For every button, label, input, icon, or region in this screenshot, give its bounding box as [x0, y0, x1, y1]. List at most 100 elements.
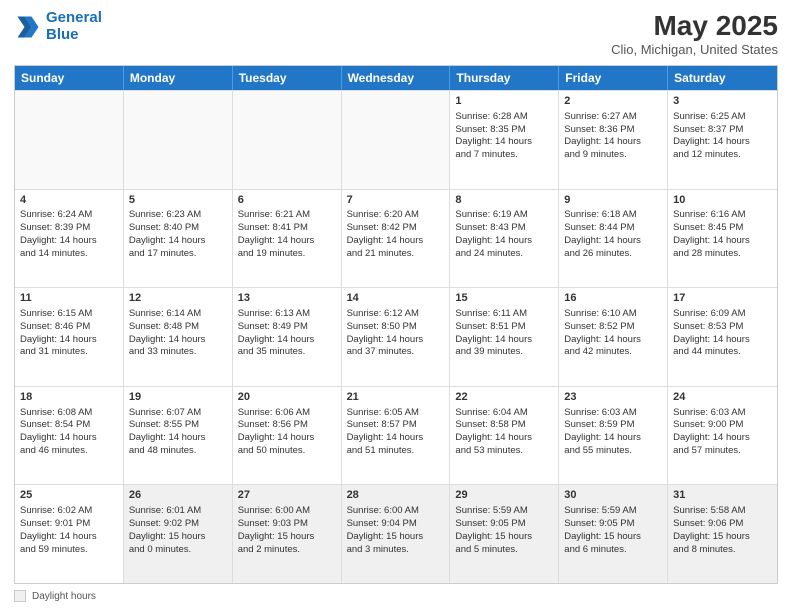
day-cell-31: 31Sunrise: 5:58 AM Sunset: 9:06 PM Dayli… [668, 485, 777, 583]
day-number: 5 [129, 193, 227, 208]
day-number: 20 [238, 390, 336, 405]
day-cell-20: 20 Sunrise: 6:06 AM Sunset: 8:56 PM Dayli… [233, 387, 342, 485]
day-info: Sunrise: 6:12 AM Sunset: 8:50 PM Dayligh… [347, 308, 445, 359]
day-info: Sunrise: 6:01 AM Sunset: 9:02 PM Dayligh… [129, 505, 227, 556]
empty-cell [15, 91, 124, 189]
logo-line1: General [46, 9, 102, 26]
day-info: Sunrise: 6:11 AM Sunset: 8:51 PM Dayligh… [455, 308, 553, 359]
day-cell-7: 7Sunrise: 6:20 AM Sunset: 8:42 PM Daylig… [342, 190, 451, 288]
calendar-row-2: 4Sunrise: 6:24 AM Sunset: 8:39 PM Daylig… [15, 189, 777, 288]
header-day-wednesday: Wednesday [342, 66, 451, 90]
calendar-row-4: 18Sunrise: 6:08 AM Sunset: 8:54 PM Dayli… [15, 386, 777, 485]
day-number: 25 [20, 488, 118, 503]
day-number: 23 [564, 390, 662, 405]
logo-text: General Blue [46, 10, 102, 43]
day-number: 18 [20, 390, 118, 405]
header-day-sunday: Sunday [15, 66, 124, 90]
day-number: 13 [238, 291, 336, 306]
day-info: Sunrise: 6:04 AM Sunset: 8:58 PM Dayligh… [455, 407, 553, 458]
day-number: 3 [673, 94, 772, 109]
day-info: Sunrise: 6:09 AM Sunset: 8:53 PM Dayligh… [673, 308, 772, 359]
day-number: 27 [238, 488, 336, 503]
day-number: 29 [455, 488, 553, 503]
day-cell-24: 24 Sunrise: 6:03 AM Sunset: 9:00 PM Dayli… [668, 387, 777, 485]
day-cell-8: 8Sunrise: 6:19 AM Sunset: 8:43 PM Daylig… [450, 190, 559, 288]
day-cell-23: 23 Sunrise: 6:03 AM Sunset: 8:59 PM Dayli… [559, 387, 668, 485]
day-cell-22: 22Sunrise: 6:04 AM Sunset: 8:58 PM Dayli… [450, 387, 559, 485]
day-cell-9: 9Sunrise: 6:18 AM Sunset: 8:44 PM Daylig… [559, 190, 668, 288]
day-info: Sunrise: 5:59 AM Sunset: 9:05 PM Dayligh… [455, 505, 553, 556]
subtitle: Clio, Michigan, United States [611, 42, 778, 57]
day-info: Sunrise: 6:06 AM Sunset: 8:56 PM Dayligh… [238, 407, 336, 458]
footer-label: Daylight hours [32, 591, 96, 602]
day-cell-26: 26 Sunrise: 6:01 AM Sunset: 9:02 PM Dayli… [124, 485, 233, 583]
footer: Daylight hours [14, 590, 778, 602]
day-info: Sunrise: 6:14 AM Sunset: 8:48 PM Dayligh… [129, 308, 227, 359]
day-info: Sunrise: 6:00 AM Sunset: 9:04 PM Dayligh… [347, 505, 445, 556]
header-day-friday: Friday [559, 66, 668, 90]
day-cell-11: 11Sunrise: 6:15 AM Sunset: 8:46 PM Dayli… [15, 288, 124, 386]
day-number: 6 [238, 193, 336, 208]
logo-icon [14, 13, 42, 41]
day-number: 30 [564, 488, 662, 503]
logo: General Blue [14, 10, 102, 43]
day-info: Sunrise: 6:24 AM Sunset: 8:39 PM Dayligh… [20, 209, 118, 260]
title-block: May 2025 Clio, Michigan, United States [611, 10, 778, 57]
calendar-body: 1Sunrise: 6:28 AM Sunset: 8:35 PM Daylig… [15, 90, 777, 583]
header-day-saturday: Saturday [668, 66, 777, 90]
day-cell-10: 10Sunrise: 6:16 AM Sunset: 8:45 PM Dayli… [668, 190, 777, 288]
header-day-monday: Monday [124, 66, 233, 90]
day-cell-30: 30 Sunrise: 5:59 AM Sunset: 9:05 PM Dayli… [559, 485, 668, 583]
day-info: Sunrise: 6:10 AM Sunset: 8:52 PM Dayligh… [564, 308, 662, 359]
day-cell-2: 2 Sunrise: 6:27 AM Sunset: 8:36 PM Daylig… [559, 91, 668, 189]
day-cell-15: 15 Sunrise: 6:11 AM Sunset: 8:51 PM Dayli… [450, 288, 559, 386]
day-number: 15 [455, 291, 553, 306]
calendar-row-5: 25Sunrise: 6:02 AM Sunset: 9:01 PM Dayli… [15, 484, 777, 583]
day-number: 1 [455, 94, 553, 109]
day-number: 19 [129, 390, 227, 405]
day-info: Sunrise: 6:05 AM Sunset: 8:57 PM Dayligh… [347, 407, 445, 458]
day-info: Sunrise: 6:03 AM Sunset: 9:00 PM Dayligh… [673, 407, 772, 458]
day-info: Sunrise: 6:25 AM Sunset: 8:37 PM Dayligh… [673, 111, 772, 162]
day-number: 16 [564, 291, 662, 306]
shaded-indicator [14, 590, 26, 602]
day-cell-18: 18Sunrise: 6:08 AM Sunset: 8:54 PM Dayli… [15, 387, 124, 485]
day-info: Sunrise: 5:59 AM Sunset: 9:05 PM Dayligh… [564, 505, 662, 556]
day-number: 26 [129, 488, 227, 503]
day-cell-6: 6Sunrise: 6:21 AM Sunset: 8:41 PM Daylig… [233, 190, 342, 288]
day-cell-28: 28 Sunrise: 6:00 AM Sunset: 9:04 PM Dayli… [342, 485, 451, 583]
day-info: Sunrise: 6:00 AM Sunset: 9:03 PM Dayligh… [238, 505, 336, 556]
day-info: Sunrise: 6:13 AM Sunset: 8:49 PM Dayligh… [238, 308, 336, 359]
header-day-thursday: Thursday [450, 66, 559, 90]
page: General Blue May 2025 Clio, Michigan, Un… [0, 0, 792, 612]
day-number: 14 [347, 291, 445, 306]
day-info: Sunrise: 5:58 AM Sunset: 9:06 PM Dayligh… [673, 505, 772, 556]
day-info: Sunrise: 6:03 AM Sunset: 8:59 PM Dayligh… [564, 407, 662, 458]
day-info: Sunrise: 6:27 AM Sunset: 8:36 PM Dayligh… [564, 111, 662, 162]
empty-cell [233, 91, 342, 189]
day-info: Sunrise: 6:21 AM Sunset: 8:41 PM Dayligh… [238, 209, 336, 260]
empty-cell [342, 91, 451, 189]
day-cell-16: 16 Sunrise: 6:10 AM Sunset: 8:52 PM Dayli… [559, 288, 668, 386]
calendar: SundayMondayTuesdayWednesdayThursdayFrid… [14, 65, 778, 584]
day-cell-3: 3 Sunrise: 6:25 AM Sunset: 8:37 PM Daylig… [668, 91, 777, 189]
logo-line2: Blue [46, 26, 79, 43]
calendar-header: SundayMondayTuesdayWednesdayThursdayFrid… [15, 66, 777, 90]
day-cell-14: 14 Sunrise: 6:12 AM Sunset: 8:50 PM Dayli… [342, 288, 451, 386]
header: General Blue May 2025 Clio, Michigan, Un… [14, 10, 778, 57]
day-info: Sunrise: 6:15 AM Sunset: 8:46 PM Dayligh… [20, 308, 118, 359]
day-cell-17: 17Sunrise: 6:09 AM Sunset: 8:53 PM Dayli… [668, 288, 777, 386]
day-number: 9 [564, 193, 662, 208]
day-number: 28 [347, 488, 445, 503]
header-day-tuesday: Tuesday [233, 66, 342, 90]
empty-cell [124, 91, 233, 189]
day-number: 8 [455, 193, 553, 208]
day-cell-12: 12Sunrise: 6:14 AM Sunset: 8:48 PM Dayli… [124, 288, 233, 386]
day-info: Sunrise: 6:07 AM Sunset: 8:55 PM Dayligh… [129, 407, 227, 458]
day-info: Sunrise: 6:16 AM Sunset: 8:45 PM Dayligh… [673, 209, 772, 260]
day-number: 24 [673, 390, 772, 405]
day-number: 2 [564, 94, 662, 109]
day-info: Sunrise: 6:19 AM Sunset: 8:43 PM Dayligh… [455, 209, 553, 260]
calendar-row-3: 11Sunrise: 6:15 AM Sunset: 8:46 PM Dayli… [15, 287, 777, 386]
day-cell-25: 25Sunrise: 6:02 AM Sunset: 9:01 PM Dayli… [15, 485, 124, 583]
